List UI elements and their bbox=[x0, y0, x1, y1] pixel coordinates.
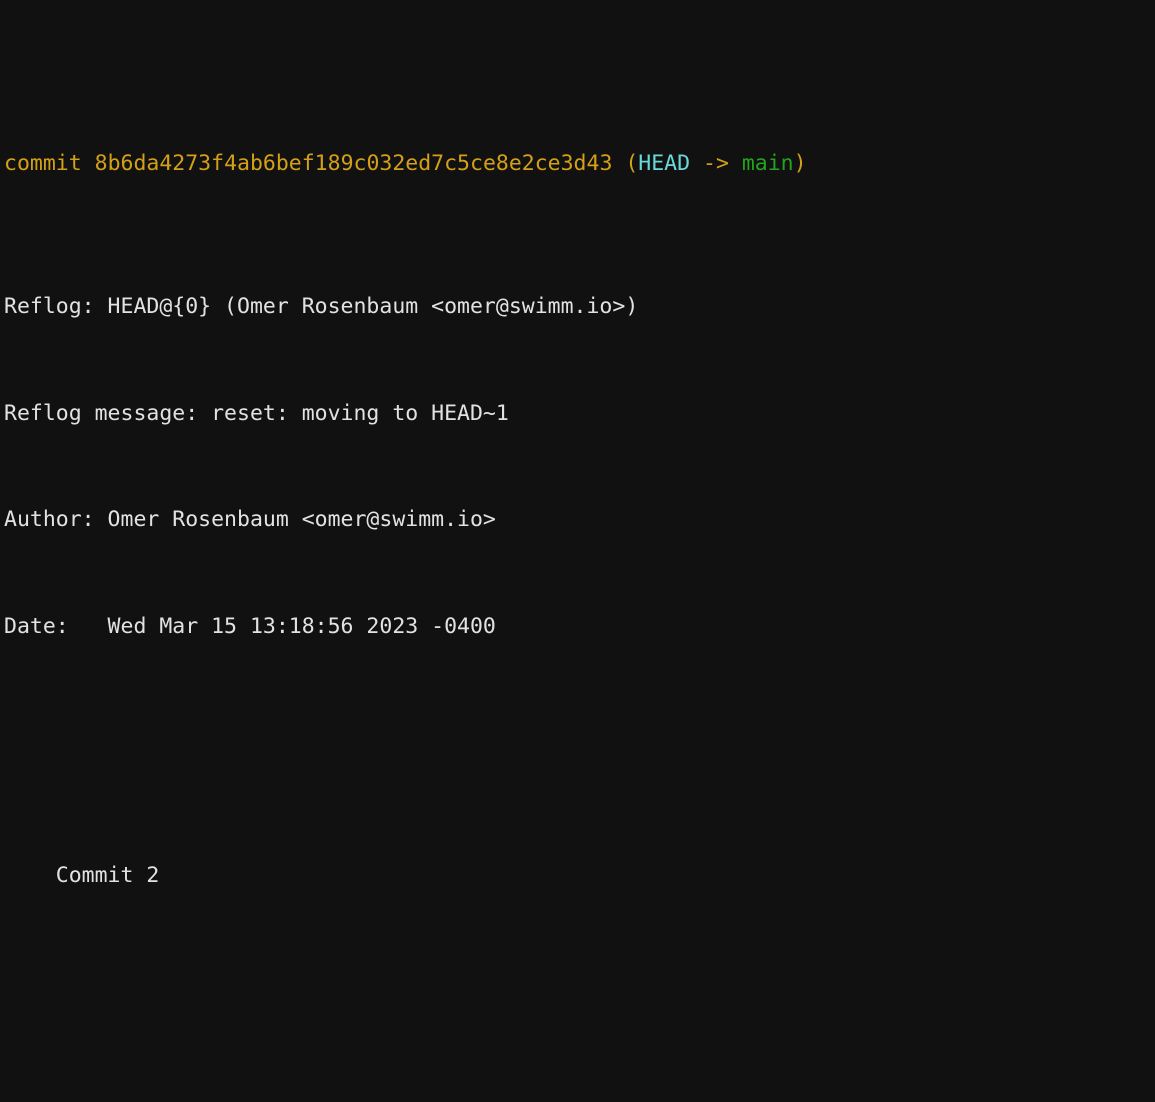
reflog-message-line: Reflog message: reset: moving to HEAD~1 bbox=[4, 400, 509, 426]
commit-hash: 8b6da4273f4ab6bef189c032ed7c5ce8e2ce3d43 bbox=[94, 151, 613, 177]
commit-keyword: commit bbox=[4, 151, 82, 177]
author-line: Author: Omer Rosenbaum <omer@swimm.io> bbox=[4, 507, 496, 533]
commit-message: Commit 2 bbox=[4, 863, 160, 889]
decoration-open-paren: ( bbox=[612, 151, 639, 177]
reflog-line: Reflog: HEAD@{0} (Omer Rosenbaum <omer@s… bbox=[4, 293, 639, 319]
commit-header-line: commit 8b6da4273f4ab6bef189c032ed7c5ce8e… bbox=[4, 146, 1155, 182]
commit-hash-space bbox=[82, 151, 95, 176]
decoration-head-ref: HEAD bbox=[638, 151, 691, 177]
terminal-output[interactable]: commit 8b6da4273f4ab6bef189c032ed7c5ce8e… bbox=[0, 0, 1155, 888]
decoration-arrow: -> bbox=[690, 151, 742, 177]
decoration-branch-name: main bbox=[741, 151, 794, 177]
date-line: Date: Wed Mar 15 13:18:56 2023 -0400 bbox=[4, 614, 496, 640]
decoration-close-paren: ) bbox=[793, 151, 807, 177]
